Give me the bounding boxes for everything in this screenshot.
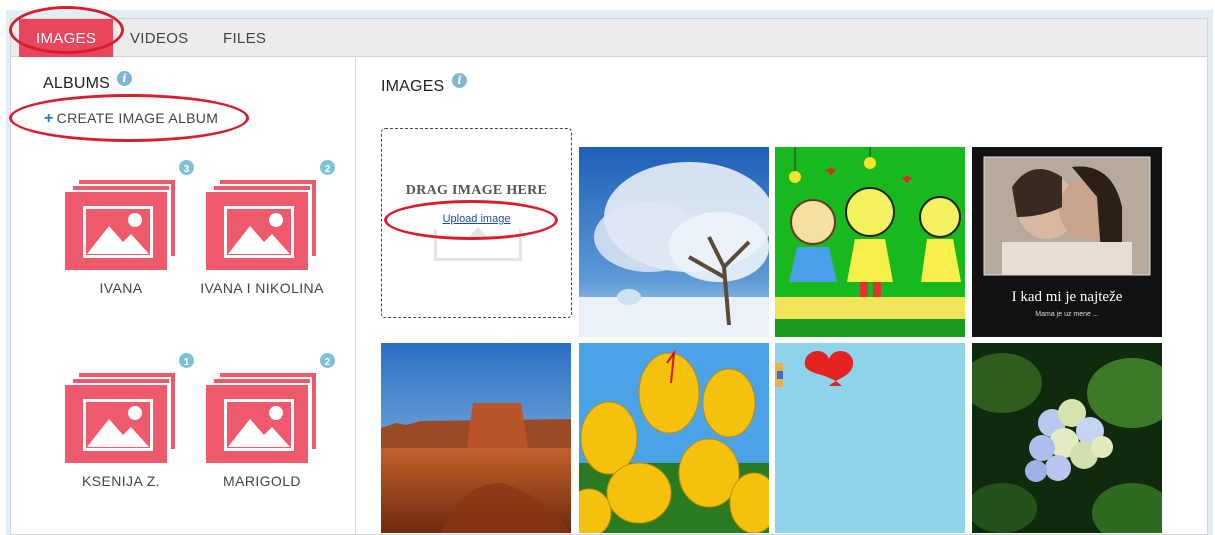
tab-images[interactable]: IMAGES: [19, 19, 114, 57]
image-subcaption: Mama je uz mene ...: [1035, 311, 1099, 318]
album-ksenija-z[interactable]: 1 KSENIJA Z.: [63, 351, 203, 501]
album-name: IVANA: [99, 280, 143, 296]
images-title: IMAGES: [381, 78, 445, 95]
image-thumb-heart[interactable]: [775, 343, 965, 533]
album-cover: [63, 190, 169, 272]
image-placeholder-icon: [83, 399, 153, 451]
image-placeholder-icon: [83, 206, 153, 258]
image-dropzone[interactable]: DRAG IMAGE HERE Upload image: [381, 128, 572, 318]
album-marigold[interactable]: 2 MARIGOLD: [204, 351, 344, 501]
album-name: MARIGOLD: [223, 473, 301, 489]
upload-icon: [434, 227, 522, 261]
images-main: IMAGES i DRAG IMAGE HERE Upload image I …: [357, 58, 1207, 535]
image-caption: I kad mi je najteže: [1011, 289, 1123, 305]
album-cover: [204, 190, 310, 272]
album-name: KSENIJA Z.: [82, 473, 160, 489]
image-placeholder-icon: [224, 399, 294, 451]
desert-image: [381, 343, 571, 533]
album-count-badge: 1: [177, 351, 196, 370]
album-cover: [63, 383, 169, 465]
women-photo-image: [972, 147, 1162, 337]
image-thumb-desert[interactable]: [381, 343, 571, 533]
image-placeholder-icon: [224, 206, 294, 258]
upload-image-link[interactable]: Upload image: [382, 213, 571, 225]
plus-icon: +: [44, 110, 54, 127]
tab-bar: IMAGES VIDEOS FILES: [11, 19, 1207, 57]
image-thumb-cartoon[interactable]: [775, 147, 965, 337]
image-thumb-snowy-tree[interactable]: [579, 147, 769, 337]
albums-sidebar: ALBUMS i + CREATE IMAGE ALBUM 3 IVANA 2 …: [11, 58, 356, 535]
albums-title: ALBUMS: [43, 75, 110, 92]
album-cover: [204, 383, 310, 465]
tab-videos[interactable]: VIDEOS: [130, 19, 188, 57]
snowy-tree-image: [579, 147, 769, 337]
create-album-label: CREATE IMAGE ALBUM: [56, 110, 219, 126]
image-thumb-motivational[interactable]: I kad mi je najteže Mama je uz mene ...: [972, 147, 1162, 337]
heart-image: [775, 343, 965, 533]
album-ivana[interactable]: 3 IVANA: [63, 158, 203, 308]
tab-files[interactable]: FILES: [223, 19, 266, 57]
info-icon[interactable]: i: [452, 73, 467, 88]
cartoon-image: [775, 147, 965, 337]
album-ivana-i-nikolina[interactable]: 2 IVANA I NIKOLINA: [200, 158, 344, 308]
tulips-image: [579, 343, 769, 533]
create-album-button[interactable]: + CREATE IMAGE ALBUM: [44, 110, 218, 128]
media-panel: IMAGES VIDEOS FILES ALBUMS i + CREATE IMA…: [10, 18, 1208, 535]
album-count-badge: 3: [177, 158, 196, 177]
image-thumb-hydrangea[interactable]: [972, 343, 1162, 533]
album-name: IVANA I NIKOLINA: [200, 280, 324, 296]
album-count-badge: 2: [318, 158, 337, 177]
album-count-badge: 2: [318, 351, 337, 370]
info-icon[interactable]: i: [117, 71, 132, 86]
image-thumb-tulips[interactable]: [579, 343, 769, 533]
hydrangea-image: [972, 343, 1162, 533]
drag-image-label: DRAG IMAGE HERE: [405, 183, 548, 198]
